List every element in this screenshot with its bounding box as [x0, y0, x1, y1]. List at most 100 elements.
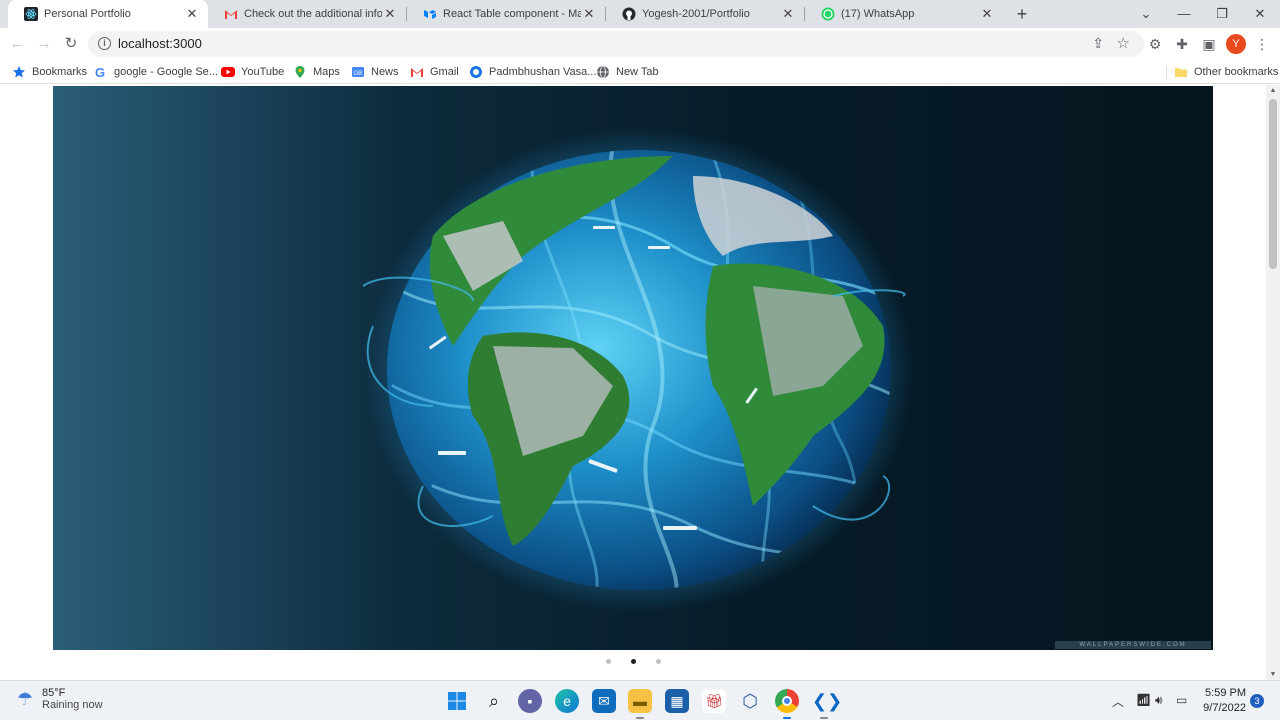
- share-icon[interactable]: ⇪: [1092, 35, 1104, 52]
- close-icon[interactable]: ✕: [780, 6, 796, 22]
- store-icon[interactable]: ▦: [665, 689, 689, 713]
- carousel-dot[interactable]: [656, 659, 661, 664]
- back-button[interactable]: ←: [6, 33, 28, 55]
- bookmark-label: google - Google Se...: [114, 66, 218, 78]
- bookmark-label: Gmail: [430, 66, 459, 78]
- side-panel-icon[interactable]: ▣: [1199, 34, 1219, 54]
- clock-date: 9/7/2022: [1203, 702, 1246, 714]
- react-icon: [24, 7, 38, 21]
- gmail-icon: [224, 7, 238, 21]
- carousel-dot-active[interactable]: [631, 659, 636, 664]
- browser-toolbar: ← → ↻ i localhost:3000 ⇪ ☆ ⚙ ✚ ▣ Y ⋮: [0, 28, 1280, 60]
- new-tab-button[interactable]: +: [1012, 4, 1032, 24]
- tab-gmail[interactable]: Check out the additional informa ✕: [208, 0, 406, 28]
- virtualbox-icon[interactable]: ⬡: [738, 689, 762, 713]
- search-icon[interactable]: ⌕: [482, 689, 506, 713]
- tab-whatsapp[interactable]: (17) WhatsApp ✕: [805, 0, 1003, 28]
- running-indicator: [820, 717, 828, 719]
- running-indicator: [636, 717, 644, 719]
- carousel-indicators: [0, 659, 1266, 667]
- bookmark-other[interactable]: Other bookmarks: [1174, 64, 1278, 80]
- bookmark-label: Maps: [313, 66, 340, 78]
- scroll-down-icon[interactable]: ▼: [1269, 671, 1277, 678]
- teams-chat-icon[interactable]: ▪: [518, 689, 542, 713]
- system-clock[interactable]: 5:59 PM 9/7/2022: [1198, 686, 1246, 716]
- watermark-text: WALLPAPERSWIDE.COM: [1055, 641, 1211, 649]
- avatar[interactable]: Y: [1226, 34, 1246, 54]
- tab-title: Check out the additional informa: [244, 8, 382, 20]
- weather-condition: Raining now: [42, 699, 103, 711]
- globe-icon: [596, 65, 610, 79]
- mail-icon[interactable]: ✉: [592, 689, 616, 713]
- url-text[interactable]: localhost:3000: [118, 36, 202, 51]
- wifi-icon[interactable]: 📶︎: [1136, 693, 1151, 707]
- bookmark-gmail[interactable]: Gmail: [410, 64, 459, 80]
- carousel-dot[interactable]: [606, 659, 611, 664]
- bookmark-separator: [1166, 66, 1167, 80]
- bookmark-label: Bookmarks: [32, 66, 88, 78]
- edge-icon[interactable]: e: [555, 689, 579, 713]
- bookmark-padmbhushan[interactable]: Padmbhushan Vasa...: [469, 64, 596, 80]
- bookmarks-bar: Bookmarks G google - Google Se... YouTub…: [0, 60, 1280, 84]
- whatsapp-icon: [821, 7, 835, 21]
- volume-icon[interactable]: 🔊︎: [1155, 693, 1163, 708]
- bookmark-label: Other bookmarks: [1194, 66, 1279, 78]
- minimize-button[interactable]: —: [1166, 0, 1202, 28]
- windows-taskbar: ☂ 85°F Raining now ⌕ ▪ e ✉ ▬ ▦ 🎁︎ ⬡ ❮❯ ︿…: [0, 680, 1280, 720]
- hero-carousel-slide: WALLPAPERSWIDE.COM: [53, 86, 1213, 650]
- maximize-button[interactable]: ❐: [1204, 0, 1240, 28]
- bookmark-star-icon[interactable]: ☆: [1117, 34, 1130, 52]
- folder-icon: [1174, 65, 1188, 79]
- scroll-up-icon[interactable]: ▲: [1269, 87, 1277, 94]
- site-info-icon[interactable]: i: [98, 37, 111, 50]
- chevron-up-icon[interactable]: ︿: [1112, 693, 1124, 710]
- page-scrollbar[interactable]: ▲ ▼: [1266, 85, 1280, 680]
- notification-badge[interactable]: 3: [1250, 694, 1264, 708]
- weather-widget[interactable]: ☂ 85°F Raining now: [14, 687, 103, 711]
- bookmark-youtube[interactable]: YouTube: [221, 64, 284, 80]
- google-icon: G: [94, 65, 108, 80]
- bookmark-maps[interactable]: Maps: [293, 64, 340, 80]
- extension-icon[interactable]: ⚙: [1145, 34, 1165, 54]
- news-icon: GB: [351, 65, 365, 79]
- svg-text:G: G: [95, 65, 105, 79]
- tab-search-button[interactable]: ⌄: [1128, 0, 1164, 28]
- gift-icon[interactable]: 🎁︎: [702, 689, 726, 713]
- svg-text:GB: GB: [354, 71, 363, 77]
- address-bar[interactable]: i localhost:3000 ⇪ ☆: [88, 31, 1144, 57]
- mui-icon: [423, 7, 437, 21]
- gmail-icon: [410, 65, 424, 79]
- bookmark-google[interactable]: G google - Google Se...: [94, 64, 218, 80]
- puzzle-extensions-icon[interactable]: ✚: [1172, 34, 1192, 54]
- active-indicator: [783, 717, 791, 719]
- close-icon[interactable]: ✕: [979, 6, 995, 22]
- star-icon: [12, 65, 26, 79]
- tab-title: Personal Portfolio: [44, 8, 131, 20]
- page-content: WALLPAPERSWIDE.COM: [0, 85, 1266, 680]
- reload-button[interactable]: ↻: [60, 33, 82, 55]
- site-icon: [469, 65, 483, 79]
- bookmark-new-tab[interactable]: New Tab: [596, 64, 659, 80]
- close-window-button[interactable]: ✕: [1242, 0, 1278, 28]
- chrome-icon[interactable]: [775, 689, 799, 713]
- github-icon: [622, 7, 636, 21]
- vscode-icon[interactable]: ❮❯: [812, 689, 842, 713]
- menu-icon[interactable]: ⋮: [1252, 34, 1272, 54]
- tab-github[interactable]: Yogesh-2001/Portfolio ✕: [606, 0, 804, 28]
- bookmark-bookmarks[interactable]: Bookmarks: [12, 64, 87, 80]
- file-explorer-icon[interactable]: ▬: [628, 689, 652, 713]
- close-icon[interactable]: ✕: [184, 6, 200, 22]
- clock-time: 5:59 PM: [1205, 687, 1246, 699]
- tab-personal-portfolio[interactable]: Personal Portfolio ✕: [8, 0, 208, 28]
- tab-title: Yogesh-2001/Portfolio: [642, 8, 750, 20]
- tab-title: (17) WhatsApp: [841, 8, 915, 20]
- scroll-thumb[interactable]: [1269, 99, 1277, 269]
- close-icon[interactable]: ✕: [382, 6, 398, 22]
- bookmark-label: New Tab: [616, 66, 659, 78]
- close-icon[interactable]: ✕: [581, 6, 597, 22]
- battery-icon[interactable]: ▭: [1176, 693, 1187, 707]
- bookmark-news[interactable]: GB News: [351, 64, 399, 80]
- windows-start-icon[interactable]: [445, 689, 469, 713]
- forward-button[interactable]: →: [33, 33, 55, 55]
- tab-react-table[interactable]: React Table component - Materia ✕: [407, 0, 605, 28]
